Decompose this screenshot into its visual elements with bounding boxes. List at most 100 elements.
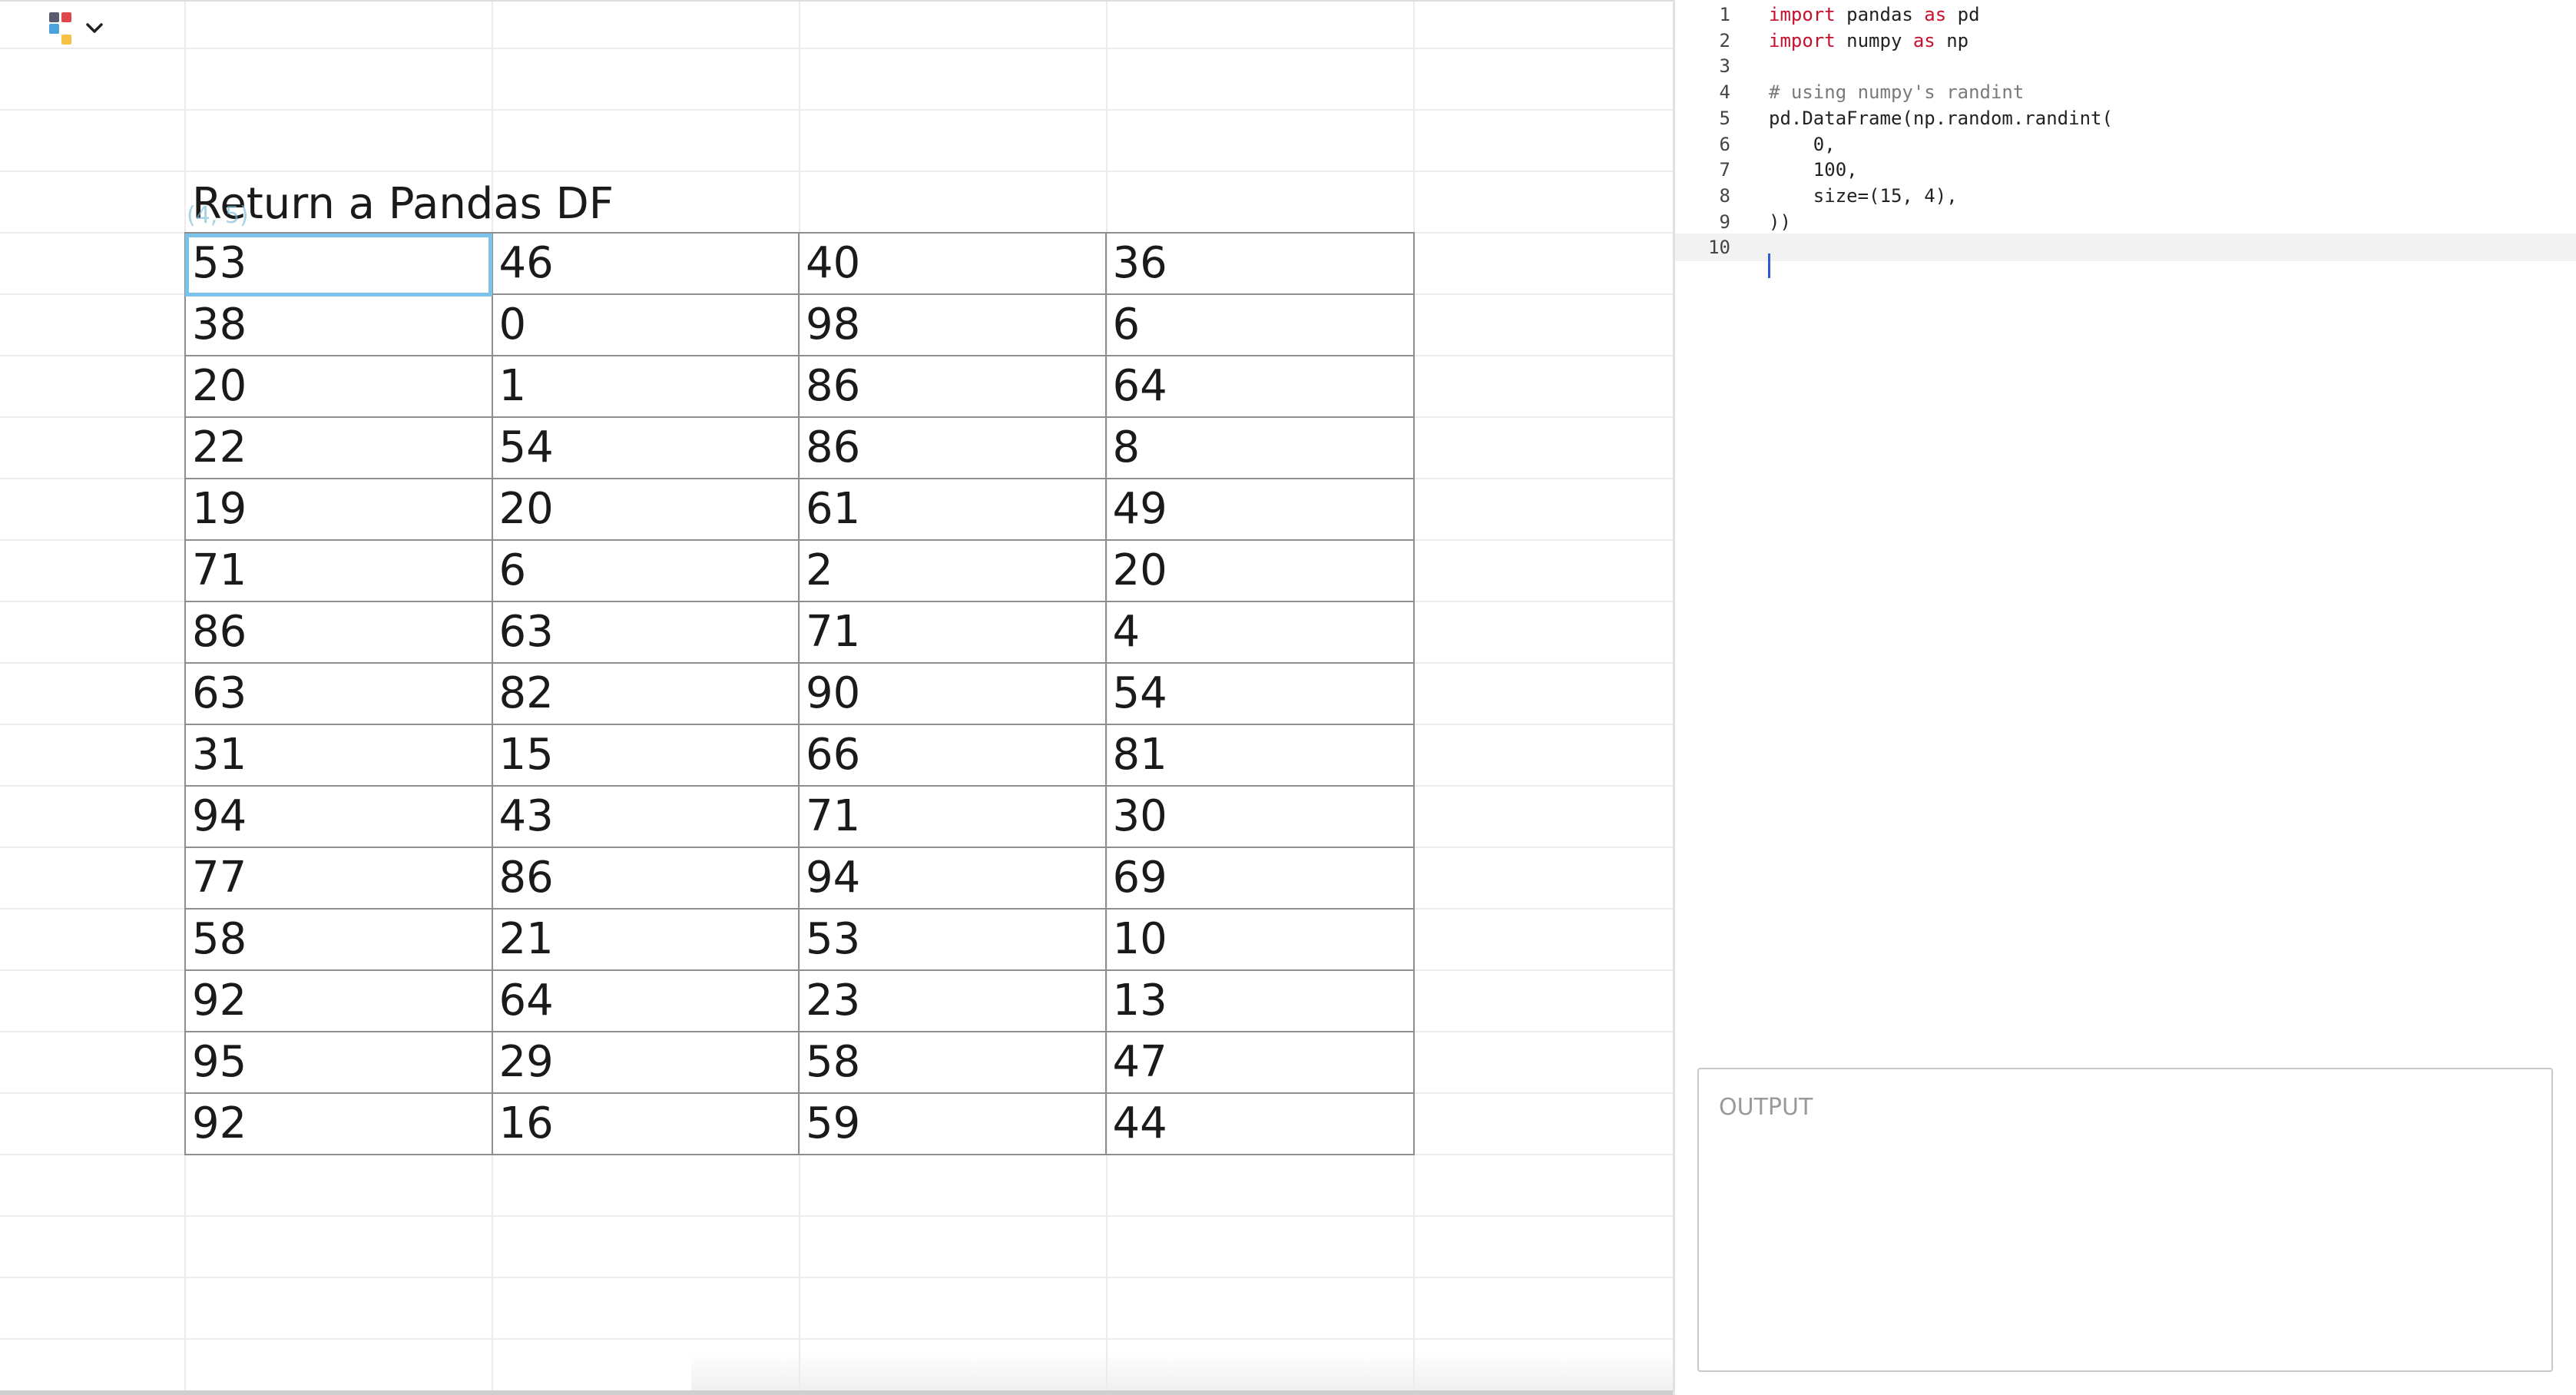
table-cell[interactable]: 44 bbox=[1107, 1094, 1414, 1155]
table-cell[interactable]: 58 bbox=[800, 1032, 1107, 1092]
table-cell[interactable]: 86 bbox=[800, 356, 1107, 416]
table-cell[interactable]: 31 bbox=[186, 725, 493, 785]
table-cell[interactable]: 64 bbox=[1107, 356, 1414, 416]
spreadsheet-pane[interactable]: Return a Pandas DF (4, 5) 53 46 40 36 38 0 98 6… bbox=[0, 0, 1673, 1395]
code-line[interactable]: 4 # using numpy's randint bbox=[1675, 78, 2576, 106]
table-cell[interactable]: 98 bbox=[800, 295, 1107, 355]
table-cell[interactable]: 86 bbox=[800, 418, 1107, 478]
table-cell[interactable]: 30 bbox=[1107, 787, 1414, 847]
code-text: # using numpy's randint bbox=[1769, 78, 2024, 106]
table-cell[interactable]: 6 bbox=[493, 541, 800, 601]
table-cell[interactable]: 92 bbox=[186, 1094, 493, 1155]
code-editor[interactable]: 1 import pandas as pd 2 import numpy as np 3… bbox=[1675, 0, 2576, 1395]
code-text: 0, bbox=[1769, 131, 1836, 158]
table-cell[interactable]: 82 bbox=[493, 664, 800, 724]
table-row: 71 6 2 20 bbox=[186, 541, 1413, 602]
table-cell[interactable]: 4 bbox=[1107, 602, 1414, 662]
table-cell[interactable]: 47 bbox=[1107, 1032, 1414, 1092]
code-line[interactable]: 6 0, bbox=[1675, 131, 2576, 158]
table-cell[interactable]: 94 bbox=[800, 848, 1107, 908]
table-cell[interactable]: 23 bbox=[800, 971, 1107, 1031]
code-line[interactable]: 3 bbox=[1675, 52, 2576, 80]
table-cell[interactable]: 38 bbox=[186, 295, 493, 355]
table-cell[interactable]: 71 bbox=[800, 787, 1107, 847]
code-line[interactable]: 7 100, bbox=[1675, 156, 2576, 184]
line-number: 9 bbox=[1719, 210, 1730, 233]
table-cell[interactable]: 49 bbox=[1107, 479, 1414, 539]
table-cell[interactable]: 46 bbox=[493, 234, 800, 293]
table-cell[interactable]: 58 bbox=[186, 910, 493, 969]
code-line[interactable]: 5 pd.DataFrame(np.random.randint( bbox=[1675, 104, 2576, 132]
table-cell[interactable]: 53 bbox=[800, 910, 1107, 969]
code-token: np bbox=[1935, 29, 1969, 51]
table-cell[interactable]: 86 bbox=[186, 602, 493, 662]
table-cell[interactable]: 86 bbox=[493, 848, 800, 908]
table-cell[interactable]: 16 bbox=[493, 1094, 800, 1155]
table-row: 92 64 23 13 bbox=[186, 971, 1413, 1032]
table-cell[interactable]: 94 bbox=[186, 787, 493, 847]
table-cell[interactable]: 29 bbox=[493, 1032, 800, 1092]
logo-square-red bbox=[61, 12, 71, 22]
table-cell[interactable]: 64 bbox=[493, 971, 800, 1031]
table-cell[interactable]: 69 bbox=[1107, 848, 1414, 908]
table-cell[interactable]: 71 bbox=[800, 602, 1107, 662]
table-row: 92 16 59 44 bbox=[186, 1094, 1413, 1155]
table-cell[interactable]: 2 bbox=[800, 541, 1107, 601]
code-line[interactable]: 1 import pandas as pd bbox=[1675, 1, 2576, 28]
code-token: 0, bbox=[1769, 133, 1836, 155]
table-cell[interactable]: 54 bbox=[1107, 664, 1414, 724]
table-cell[interactable]: 92 bbox=[186, 971, 493, 1031]
table-cell[interactable]: 10 bbox=[1107, 910, 1414, 969]
table-cell[interactable]: 81 bbox=[1107, 725, 1414, 785]
table-row: 63 82 90 54 bbox=[186, 664, 1413, 725]
chevron-down-glyph bbox=[86, 23, 103, 33]
chevron-down-icon[interactable] bbox=[84, 18, 104, 38]
table-cell[interactable]: 77 bbox=[186, 848, 493, 908]
table-cell[interactable]: 63 bbox=[493, 602, 800, 662]
table-cell[interactable]: 61 bbox=[800, 479, 1107, 539]
table-cell[interactable]: 95 bbox=[186, 1032, 493, 1092]
data-grid[interactable]: 53 46 40 36 38 0 98 6 20 1 86 64 22 54 86 8 19 20 61 49 71 6 2… bbox=[184, 232, 1415, 1155]
table-cell[interactable]: 43 bbox=[493, 787, 800, 847]
output-panel[interactable]: OUTPUT bbox=[1697, 1068, 2553, 1372]
sheet-toolbar bbox=[49, 11, 118, 46]
table-cell[interactable]: 40 bbox=[800, 234, 1107, 293]
table-row: 20 1 86 64 bbox=[186, 356, 1413, 418]
line-number: 10 bbox=[1708, 237, 1730, 259]
table-cell[interactable]: 54 bbox=[493, 418, 800, 478]
table-cell[interactable]: 0 bbox=[493, 295, 800, 355]
top-border bbox=[0, 0, 1673, 2]
table-cell[interactable]: 19 bbox=[186, 479, 493, 539]
table-cell[interactable]: 22 bbox=[186, 418, 493, 478]
table-cell[interactable]: 53 bbox=[186, 234, 493, 293]
keyword-token: as bbox=[1912, 29, 1935, 51]
table-cell[interactable]: 21 bbox=[493, 910, 800, 969]
table-cell[interactable]: 90 bbox=[800, 664, 1107, 724]
code-text: size=(15, 4), bbox=[1769, 182, 1958, 210]
table-cell[interactable]: 6 bbox=[1107, 295, 1414, 355]
table-cell[interactable]: 15 bbox=[493, 725, 800, 785]
code-line[interactable]: 2 import numpy as np bbox=[1675, 27, 2576, 55]
app-logo-icon[interactable] bbox=[49, 12, 74, 45]
table-cell[interactable]: 66 bbox=[800, 725, 1107, 785]
code-line[interactable]: 10 bbox=[1675, 234, 2576, 262]
table-cell[interactable]: 13 bbox=[1107, 971, 1414, 1031]
code-text: 100, bbox=[1769, 156, 1858, 184]
table-row: 19 20 61 49 bbox=[186, 479, 1413, 541]
table-cell[interactable]: 63 bbox=[186, 664, 493, 724]
table-cell[interactable]: 36 bbox=[1107, 234, 1414, 293]
text-cursor bbox=[1768, 253, 1770, 278]
keyword-token: as bbox=[1924, 4, 1947, 25]
line-number: 7 bbox=[1719, 159, 1730, 181]
table-cell[interactable]: 8 bbox=[1107, 418, 1414, 478]
table-cell[interactable]: 59 bbox=[800, 1094, 1107, 1155]
table-cell[interactable]: 20 bbox=[1107, 541, 1414, 601]
code-line[interactable]: 9)) bbox=[1675, 208, 2576, 236]
table-cell[interactable]: 20 bbox=[493, 479, 800, 539]
table-cell[interactable]: 71 bbox=[186, 541, 493, 601]
sheet-title[interactable]: Return a Pandas DF bbox=[192, 174, 614, 235]
table-cell[interactable]: 1 bbox=[493, 356, 800, 416]
table-cell[interactable]: 20 bbox=[186, 356, 493, 416]
code-line[interactable]: 8 size=(15, 4), bbox=[1675, 182, 2576, 210]
code-token: pandas bbox=[1835, 4, 1925, 25]
